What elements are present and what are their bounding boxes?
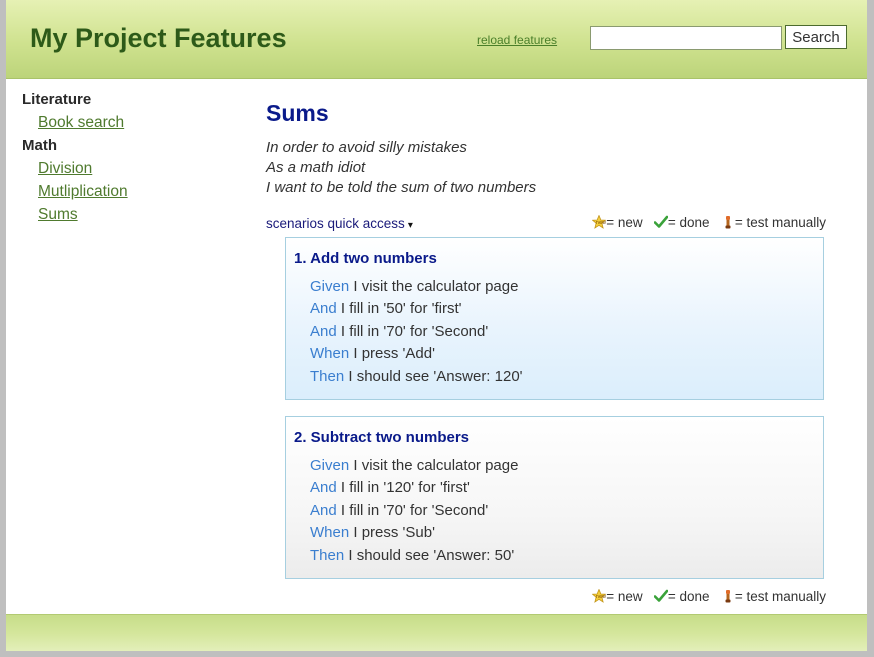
- sidebar-item-division[interactable]: Division: [38, 159, 242, 182]
- step-text: I visit the calculator page: [349, 457, 519, 474]
- test-manually-icon: [725, 590, 731, 603]
- feature-narrative: In order to avoid silly mistakes As a ma…: [266, 138, 826, 198]
- scenario-step: And I fill in '120' for 'first': [310, 477, 518, 499]
- sidebar-category-math: Math: [22, 137, 57, 154]
- step-text: I fill in '70' for 'Second': [336, 322, 489, 340]
- sidebar-item-book-search[interactable]: Book search: [38, 113, 242, 136]
- sidebar-category-literature: Literature: [22, 91, 92, 108]
- search-button[interactable]: Search: [785, 25, 847, 49]
- test-manually-icon: [725, 216, 731, 229]
- feature-main: Sums In order to avoid silly mistakes As…: [266, 98, 826, 198]
- scenario-card: 2. Subtract two numbers Given I visit th…: [285, 416, 824, 579]
- narrative-line: I want to be told the sum of two numbers: [266, 179, 537, 196]
- legend-new: = new: [606, 589, 643, 604]
- step-keyword: Given: [310, 278, 350, 295]
- step-text: I should see 'Answer: 120': [344, 367, 523, 385]
- new-star-icon: new: [592, 215, 607, 229]
- scenario-step: And I fill in '70' for 'Second': [310, 321, 523, 343]
- narrative-line: As a math idiot: [266, 159, 366, 176]
- feature-title: Sums: [266, 100, 329, 126]
- legend-done: = done: [667, 589, 710, 604]
- scenario-steps: Given I visit the calculator page And I …: [310, 276, 523, 388]
- step-text: I fill in '120' for 'first': [336, 479, 470, 497]
- status-legend: new = new = done = test manually: [592, 215, 826, 230]
- footer: [6, 614, 867, 651]
- scenarios-quick-access-dropdown[interactable]: scenarios quick access ▾: [266, 216, 413, 231]
- scenario-step: And I fill in '70' for 'Second': [310, 500, 518, 522]
- step-keyword: Then: [310, 367, 345, 385]
- legend-test-manually: = test manually: [734, 215, 826, 230]
- quick-access-label: scenarios quick access: [266, 216, 405, 231]
- step-text: I press 'Add': [349, 345, 435, 363]
- scenario-title: 1. Add two numbers: [294, 250, 437, 267]
- header: My Project Features reload features Sear…: [6, 0, 867, 79]
- site-title: My Project Features: [30, 23, 287, 53]
- scenario-step: Given I visit the calculator page: [310, 276, 523, 298]
- scenario-step: Then I should see 'Answer: 50': [310, 545, 518, 567]
- scenario-step: When I press 'Add': [310, 343, 523, 365]
- scenario-step: Given I visit the calculator page: [310, 455, 518, 477]
- search-input[interactable]: [590, 26, 782, 50]
- step-keyword: And: [310, 322, 337, 340]
- done-check-icon: [653, 589, 668, 602]
- scenario-title: 2. Subtract two numbers: [294, 429, 470, 446]
- svg-text:new: new: [596, 220, 606, 226]
- step-text: I fill in '70' for 'Second': [336, 501, 489, 519]
- narrative-line: In order to avoid silly mistakes: [266, 139, 467, 156]
- step-keyword: When: [310, 524, 350, 542]
- step-keyword: And: [310, 501, 337, 519]
- sidebar-item-sums[interactable]: Sums: [38, 205, 242, 228]
- step-keyword: Given: [310, 457, 350, 474]
- step-text: I visit the calculator page: [349, 278, 519, 295]
- step-keyword: Then: [310, 546, 345, 564]
- scenario-card: 1. Add two numbers Given I visit the cal…: [285, 237, 824, 400]
- step-text: I should see 'Answer: 50': [344, 546, 515, 564]
- sidebar: Literature Book search Math Division Mut…: [22, 90, 242, 228]
- legend-new: = new: [606, 215, 643, 230]
- step-keyword: And: [310, 479, 337, 497]
- svg-text:new: new: [596, 594, 606, 600]
- step-keyword: When: [310, 345, 350, 363]
- step-keyword: And: [310, 300, 337, 318]
- legend-test-manually: = test manually: [734, 589, 826, 604]
- scenario-step: Then I should see 'Answer: 120': [310, 366, 523, 388]
- step-text: I press 'Sub': [349, 524, 435, 542]
- scenario-step: When I press 'Sub': [310, 522, 518, 544]
- sidebar-item-multiplication[interactable]: Mutliplication: [38, 182, 242, 205]
- new-star-icon: new: [592, 589, 607, 603]
- legend-done: = done: [667, 215, 710, 230]
- step-text: I fill in '50' for 'first': [336, 300, 462, 318]
- scenario-steps: Given I visit the calculator page And I …: [310, 455, 518, 567]
- scenario-step: And I fill in '50' for 'first': [310, 298, 523, 320]
- caret-down-icon: ▾: [407, 220, 413, 231]
- status-legend: new = new = done = test manually: [592, 589, 826, 604]
- bottom-legend-bar: new = new = done = test manually: [266, 589, 826, 607]
- done-check-icon: [653, 215, 668, 228]
- quick-access-bar: scenarios quick access ▾ new = new = done…: [266, 215, 826, 233]
- reload-features-link[interactable]: reload features: [477, 33, 557, 47]
